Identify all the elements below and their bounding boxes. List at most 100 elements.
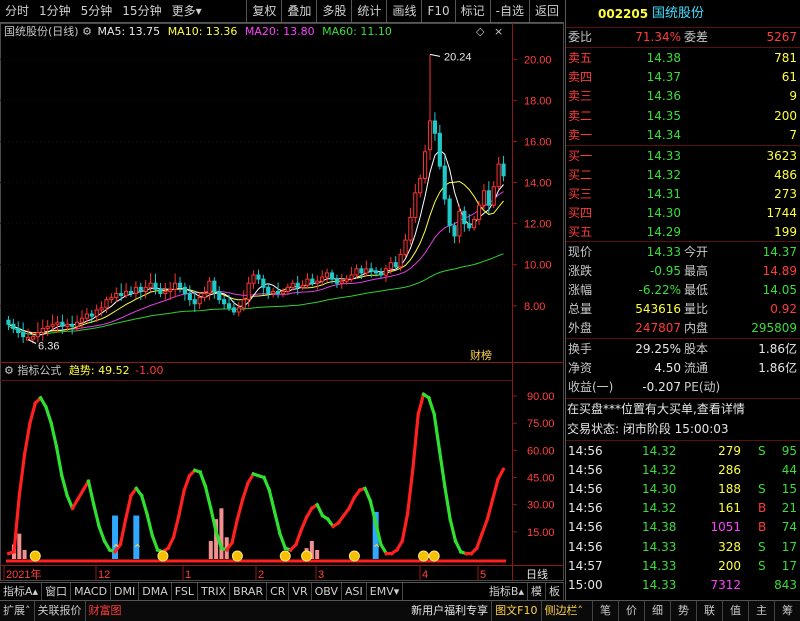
tab-cr[interactable]: CR <box>267 583 290 600</box>
tab-asi[interactable]: ASI <box>342 583 367 600</box>
stat-row: 换手 29.25% 股本 1.86亿 <box>566 340 800 359</box>
sell-volume: 9 <box>789 89 797 104</box>
f10-button[interactable]: F10 <box>421 0 454 22</box>
tab-obv[interactable]: OBV <box>312 583 342 600</box>
pink-bar <box>22 549 27 559</box>
candle-body <box>423 151 428 179</box>
tab-main[interactable]: 主 <box>748 601 774 621</box>
tab-price[interactable]: 价 <box>618 601 644 621</box>
candle-body <box>231 307 237 313</box>
candle-body <box>55 321 60 325</box>
signal-value: -1.00 <box>135 364 164 377</box>
restore-rights-button[interactable]: 复权 <box>246 0 281 22</box>
triangle-up-icon: ▴ <box>32 585 39 598</box>
remove-watchlist-button[interactable]: -自选 <box>489 0 529 22</box>
big-order-notice[interactable]: 在买盘***位置有大买单,查看详情 <box>566 400 800 419</box>
pink-bar <box>219 508 224 559</box>
candle-body <box>226 303 232 309</box>
candle-body <box>202 292 207 299</box>
period-toolbar: 分时 1分钟 5分钟 15分钟 更多▾ 复权 叠加 多股 统计 画线 F10 标… <box>0 0 564 23</box>
overlay-button[interactable]: 叠加 <box>281 0 316 22</box>
tab-trend[interactable]: 势 <box>670 601 696 621</box>
stat-label: 收益(一) <box>568 380 614 394</box>
back-button[interactable]: 返回 <box>528 0 564 22</box>
tab-board[interactable]: 板 <box>546 583 564 600</box>
tab-1min[interactable]: 1分钟 <box>34 0 76 22</box>
tab-ticks[interactable]: 笔 <box>592 601 618 621</box>
stat-value: -0.207 <box>642 380 681 394</box>
kline-chart[interactable]: 8.00 10.00 12.00 14.00 16.00 18.00 20.00 20.24… <box>0 23 564 581</box>
tab-trix[interactable]: TRIX <box>198 583 231 600</box>
tab-link[interactable]: 联 <box>696 601 722 621</box>
tick-volume: 188 <box>718 482 741 497</box>
ma10-path <box>8 180 504 334</box>
candle-body <box>16 327 21 334</box>
expand-button[interactable]: 扩展˄ <box>0 601 34 621</box>
close-icon[interactable]: × <box>494 23 503 41</box>
tab-indicator-b[interactable]: 指标B▴ <box>486 583 528 600</box>
ind-tick-label: 30.00 <box>527 500 555 512</box>
buy-arrow-marker: ⌃ <box>132 542 142 556</box>
tab-15min[interactable]: 15分钟 <box>117 0 166 22</box>
sell-price: 14.34 <box>646 127 681 142</box>
ind-tick-label: 15.00 <box>527 527 555 539</box>
wealth-chart-button[interactable]: 财富图 <box>84 601 125 621</box>
stat-row: 外盘 247807 内盘 295809 <box>566 319 800 338</box>
candle-body <box>40 327 45 334</box>
graphic-f10-button[interactable]: 图文F10 <box>491 601 540 621</box>
candle-body <box>472 219 477 229</box>
tab-brar[interactable]: BRAR <box>230 583 268 600</box>
trend-value: 49.52 <box>98 364 130 377</box>
tab-dma[interactable]: DMA <box>139 583 172 600</box>
tick-row: 14:56 14.32 161 B 21 <box>566 499 800 518</box>
tab-window[interactable]: 窗口 <box>42 583 72 600</box>
triangle-down-small-icon: ▾ <box>393 585 400 598</box>
sidebar-button[interactable]: 侧边栏˄ <box>540 601 587 621</box>
tab-vr[interactable]: VR <box>289 583 312 600</box>
tick-row: 14:56 14.38 1051 B 74 <box>566 518 800 537</box>
tab-5min[interactable]: 5分钟 <box>76 0 118 22</box>
buy-volume: 199 <box>774 225 797 239</box>
date-label: 3 <box>318 569 324 581</box>
candle-body <box>354 268 359 276</box>
tab-macd[interactable]: MACD <box>71 583 112 600</box>
tab-more[interactable]: 更多▾ <box>167 0 207 22</box>
chevron-up-small-icon: ˄ <box>577 604 584 617</box>
badge-text: 财榜 <box>470 348 492 362</box>
tab-detail[interactable]: 细 <box>644 601 670 621</box>
multi-stock-button[interactable]: 多股 <box>316 0 351 22</box>
indicator-tabs: 指标A▴ 窗口 MACD DMI DMA FSL TRIX BRAR CR VR… <box>0 582 564 600</box>
buy-volume: 486 <box>774 168 797 182</box>
coin-marker <box>301 550 313 562</box>
tab-chips[interactable]: 筹 <box>774 601 800 621</box>
statistics-button[interactable]: 统计 <box>351 0 386 22</box>
stat-value: 247807 <box>635 321 681 335</box>
buy-arrow-marker: ⌃ <box>111 542 121 556</box>
candle-body <box>476 204 482 221</box>
candle-body <box>388 262 393 270</box>
stat-row: 涨幅 -6.22% 最低 14.05 <box>566 281 800 300</box>
stat-row: 收益(一) -0.207 PE(动) <box>566 378 800 397</box>
diamond-icon[interactable]: ◇ <box>476 23 484 41</box>
tab-emv[interactable]: EMV▾ <box>367 583 404 600</box>
candle-body <box>128 290 134 294</box>
ind-tick-label: 45.00 <box>527 473 555 485</box>
tab-value[interactable]: 值 <box>722 601 748 621</box>
tab-template[interactable]: 模 <box>528 583 546 600</box>
candle-body <box>285 286 290 292</box>
tab-indicator-a[interactable]: 指标A▴ <box>0 583 43 600</box>
tab-intraday[interactable]: 分时 <box>0 0 34 22</box>
sell-volume: 61 <box>781 70 797 85</box>
tab-fsl[interactable]: FSL <box>172 583 199 600</box>
new-user-benefit-link[interactable]: 新用户福利专享 <box>408 601 491 621</box>
draw-line-button[interactable]: 画线 <box>386 0 421 22</box>
tab-dmi[interactable]: DMI <box>111 583 140 600</box>
stat-value: -0.95 <box>649 264 681 278</box>
candle-body <box>94 309 99 317</box>
settings-gear-icon[interactable]: ⚙ <box>82 25 92 38</box>
mark-button[interactable]: 标记 <box>454 0 490 22</box>
indicator-gear-icon[interactable]: ⚙ <box>4 364 14 377</box>
stat-value: -6.22% <box>638 283 681 297</box>
order-diff-label: 委差 <box>684 30 709 44</box>
related-quote-button[interactable]: 关联报价 <box>33 601 85 621</box>
